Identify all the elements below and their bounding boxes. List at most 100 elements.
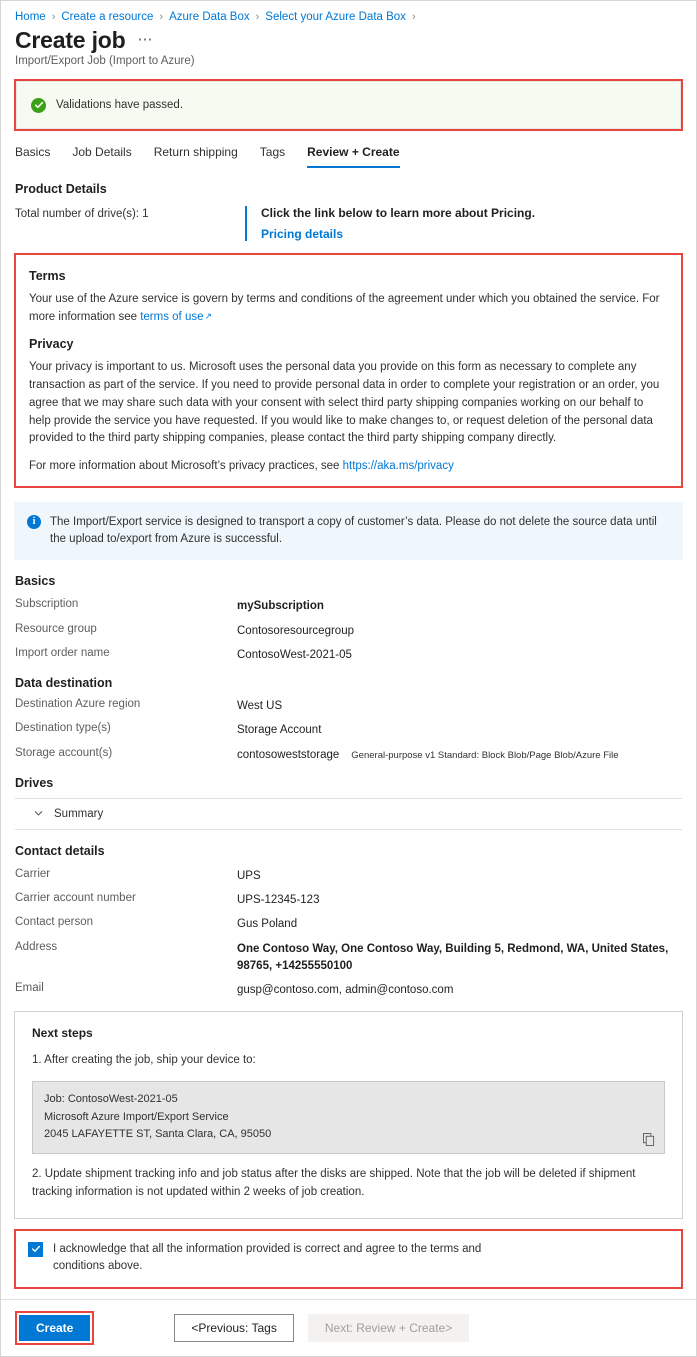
shipping-address-line-1: Job: ContosoWest-2021-05 — [44, 1093, 178, 1106]
info-icon: i — [27, 514, 41, 529]
pricing-details-link[interactable]: Pricing details — [261, 227, 535, 241]
contact-key: Address — [15, 940, 58, 953]
next-steps-card: Next steps 1. After creating the job, sh… — [14, 1011, 683, 1219]
shipping-address-line-3: 2045 LAFAYETTE ST, Santa Clara, CA, 9505… — [44, 1128, 272, 1141]
drives-summary-label: Summary — [54, 807, 104, 820]
tab-return-shipping[interactable]: Return shipping — [154, 145, 238, 168]
contact-key: Contact person — [15, 916, 93, 929]
basics-row-import-order-name: Import order name ContosoWest-2021-05 — [15, 647, 682, 664]
terms-of-use-link[interactable]: terms of use — [140, 311, 203, 323]
data-destination-row-type: Destination type(s) Storage Account — [15, 722, 682, 739]
contact-details-section: Contact details Carrier UPS Carrier acco… — [1, 844, 696, 1000]
tab-job-details[interactable]: Job Details — [72, 145, 131, 168]
acknowledge-label: I acknowledge that all the information p… — [53, 1242, 482, 1272]
next-steps-title: Next steps — [32, 1026, 93, 1041]
info-banner-text: The Import/Export service is designed to… — [50, 515, 657, 546]
contact-key: Carrier account number — [15, 892, 136, 905]
privacy-body: Your privacy is important to us. Microso… — [29, 361, 660, 445]
data-destination-value: Storage Account — [237, 724, 322, 737]
data-destination-value: contosoweststorage General-purpose v1 Sta… — [237, 747, 682, 764]
acknowledge-row: I acknowledge that all the information p… — [28, 1241, 669, 1276]
contact-row-address: Address One Contoso Way, One Contoso Way… — [15, 941, 682, 976]
breadcrumb-item-select-your-azure-data-box[interactable]: Select your Azure Data Box — [265, 11, 406, 23]
tab-basics[interactable]: Basics — [15, 145, 50, 168]
create-job-page: Home › Create a resource › Azure Data Bo… — [0, 0, 697, 1357]
breadcrumb-separator-icon: › — [255, 11, 260, 23]
contact-details-heading: Contact details — [15, 843, 105, 858]
terms-body-text: Your use of the Azure service is govern … — [29, 293, 660, 324]
breadcrumb: Home › Create a resource › Azure Data Bo… — [1, 1, 696, 25]
contact-value: UPS — [237, 869, 261, 882]
page-title: Create job — [15, 27, 126, 53]
shipping-address-line-2: Microsoft Azure Import/Export Service — [44, 1110, 229, 1123]
storage-account-note: General-purpose v1 Standard: Block Blob/… — [351, 749, 619, 761]
pricing-callout: Click the link below to learn more about… — [245, 206, 535, 242]
breadcrumb-separator-icon: › — [411, 11, 416, 23]
acknowledge-highlight-box: I acknowledge that all the information p… — [14, 1228, 683, 1290]
data-destination-row-storage-account: Storage account(s) contosoweststorage Gen… — [15, 747, 682, 764]
external-link-icon[interactable]: ↗︎ — [205, 311, 213, 321]
basics-value: ContosoWest-2021-05 — [237, 648, 352, 661]
contact-value: One Contoso Way, One Contoso Way, Buildi… — [237, 942, 669, 972]
drives-heading: Drives — [15, 775, 54, 790]
contact-row-contact-person: Contact person Gus Poland — [15, 916, 682, 933]
basics-key: Subscription — [15, 598, 79, 611]
next-review-create-button: Next: Review + Create> — [307, 1314, 470, 1342]
contact-key: Email — [15, 982, 44, 995]
drive-count-label: Total number of drive(s): 1 — [15, 208, 149, 221]
drives-divider-bottom — [15, 828, 682, 830]
product-details-section: Product Details Total number of drive(s)… — [1, 182, 696, 242]
contact-row-carrier-account-number: Carrier account number UPS-12345-123 — [15, 892, 682, 909]
basics-row-subscription: Subscription mySubscription — [15, 598, 682, 615]
terms-body: Your use of the Azure service is govern … — [29, 291, 668, 327]
contact-row-carrier: Carrier UPS — [15, 868, 682, 885]
privacy-more-info-text: For more information about Microsoft’s p… — [29, 460, 343, 473]
data-destination-key: Destination type(s) — [15, 722, 111, 735]
validation-message: Validations have passed. — [56, 99, 184, 112]
breadcrumb-separator-icon: › — [51, 11, 56, 23]
storage-account-name: contosoweststorage — [237, 748, 340, 761]
contact-key: Carrier — [15, 867, 51, 880]
check-circle-icon — [31, 97, 46, 113]
create-button-highlight-box: Create — [15, 1311, 95, 1345]
product-details-row: Total number of drive(s): 1 Click the li… — [15, 206, 682, 242]
validation-highlight-box: Validations have passed. — [14, 79, 683, 132]
basics-heading: Basics — [15, 574, 56, 589]
data-destination-key: Storage account(s) — [15, 746, 113, 759]
validation-banner: Validations have passed. — [16, 81, 681, 130]
drives-summary-toggle[interactable]: Summary — [15, 799, 682, 829]
privacy-more-info: For more information about Microsoft’s p… — [29, 458, 668, 476]
info-banner: i The Import/Export service is designed … — [14, 501, 683, 561]
data-destination-row-region: Destination Azure region West US — [15, 698, 682, 715]
privacy-heading: Privacy — [29, 337, 74, 352]
create-button[interactable]: Create — [19, 1315, 91, 1341]
product-details-heading: Product Details — [15, 182, 107, 197]
basics-key: Import order name — [15, 646, 110, 659]
tab-review-create[interactable]: Review + Create — [307, 145, 400, 169]
next-steps-step-1: 1. After creating the job, ship your dev… — [32, 1054, 256, 1067]
shipping-address-box: Job: ContosoWest-2021-05 Microsoft Azure… — [32, 1081, 665, 1155]
more-options-icon[interactable]: ⋯ — [137, 30, 153, 48]
copy-icon[interactable] — [643, 1133, 655, 1146]
privacy-url-link[interactable]: https://aka.ms/privacy — [343, 460, 454, 472]
data-destination-key: Destination Azure region — [15, 698, 141, 711]
previous-tags-button[interactable]: <Previous: Tags — [174, 1314, 294, 1342]
breadcrumb-item-create-a-resource[interactable]: Create a resource — [61, 11, 153, 23]
basics-row-resource-group: Resource group Contosoresourcegroup — [15, 623, 682, 640]
title-row: Create job ⋯ — [1, 25, 696, 53]
contact-row-email: Email gusp@contoso.com, admin@contoso.co… — [15, 982, 682, 999]
basics-section: Basics Subscription mySubscription Resou… — [1, 574, 696, 790]
contact-value: Gus Poland — [237, 918, 298, 931]
acknowledge-checkbox[interactable] — [28, 1241, 43, 1257]
terms-privacy-highlight-box: Terms Your use of the Azure service is g… — [14, 253, 683, 488]
basics-value: Contosoresourcegroup — [237, 624, 354, 637]
wizard-tabs: Basics Job Details Return shipping Tags … — [1, 131, 696, 169]
breadcrumb-separator-icon: › — [159, 11, 164, 23]
chevron-down-icon[interactable] — [33, 808, 44, 819]
data-destination-heading: Data destination — [15, 676, 113, 691]
page-subtitle: Import/Export Job (Import to Azure) — [15, 55, 195, 68]
breadcrumb-item-azure-data-box[interactable]: Azure Data Box — [169, 11, 250, 23]
tab-tags[interactable]: Tags — [260, 145, 285, 168]
breadcrumb-item-home[interactable]: Home — [15, 11, 46, 23]
basics-key: Resource group — [15, 622, 97, 635]
